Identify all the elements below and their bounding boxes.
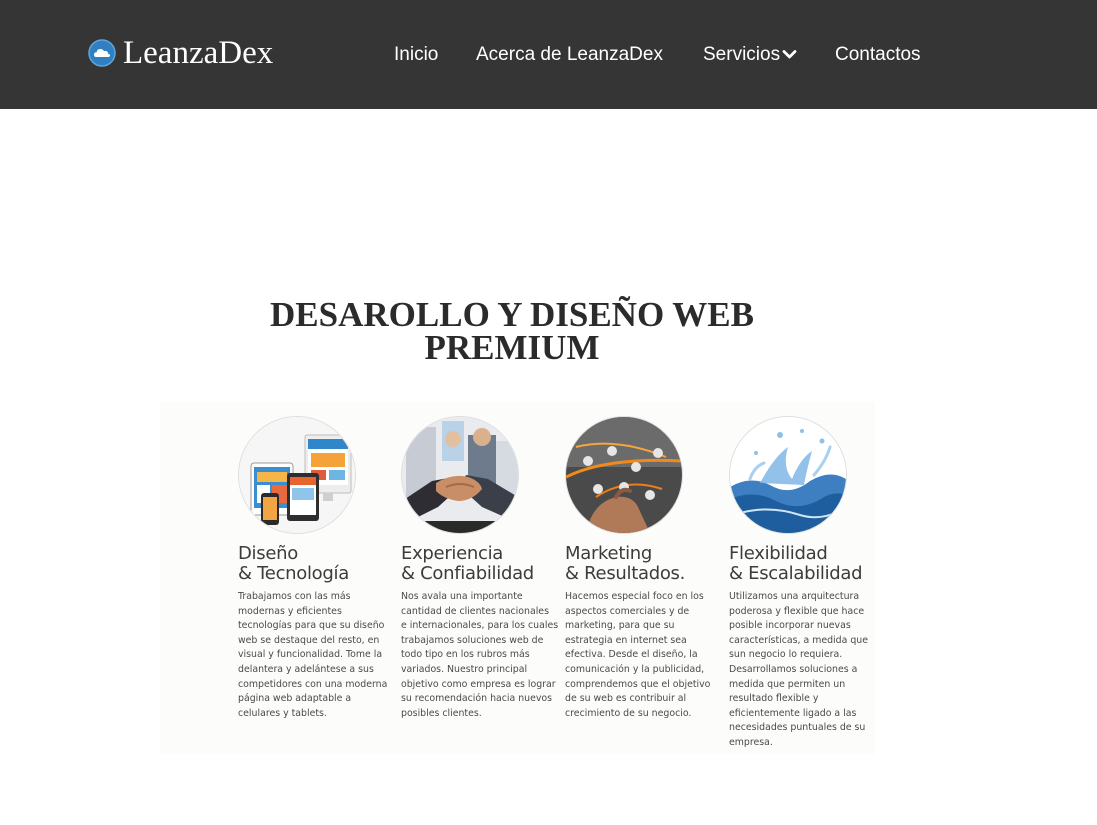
feature-desc-line: eficientemente ligado a las [729, 707, 857, 719]
feature-desc-line: objetivo como empresa es lograr [401, 678, 556, 690]
hero-title-line-1: DESAROLLO Y DISEÑO WEB [270, 295, 754, 334]
feature-desc-line: e internacionales, para los cuales [401, 620, 559, 632]
feature-desc-line: trabajamos soluciones web de [401, 634, 544, 646]
handshake-image [401, 416, 519, 534]
chevron-down-icon [782, 50, 797, 59]
feature-desc-line: aspectos comerciales y de [565, 605, 690, 617]
feature-title: Flexibilidad & Escalabilidad [729, 544, 899, 584]
feature-desc-line: web se destaque del resto, en [238, 634, 380, 646]
feature-desc-line: visual y funcionalidad. Tome la [238, 649, 383, 661]
feature-desc-line: delantera y adelántese a sus [238, 663, 374, 675]
feature-desc-line: competidores con una moderna [238, 678, 388, 690]
feature-title-line-1: Marketing [565, 543, 653, 564]
feature-desc-line: Utilizamos una arquitectura [729, 591, 860, 602]
brand-logo-link[interactable]: LeanzaDex [88, 33, 273, 73]
nav-link-acerca[interactable]: Acerca de LeanzaDex [476, 0, 663, 109]
feature-desc-line: sun negocio lo requiera. [729, 649, 843, 661]
feature-description: Utilizamos una arquitectura poderosa y f… [729, 590, 877, 751]
feature-desc-line: todo tipo en los rubros más [401, 649, 530, 661]
feature-desc-line: su recomendación hacia nuevos [401, 693, 553, 705]
feature-desc-line: empresa. [729, 736, 773, 748]
brand-name: LeanzaDex [123, 35, 274, 71]
network-image [565, 416, 683, 534]
feature-desc-line: posible incorporar nuevas [729, 620, 851, 632]
feature-desc-line: características, a medida que [729, 634, 868, 646]
feature-desc-line: comprendemos que el objetivo [565, 678, 711, 690]
feature-description: Hacemos especial foco en los aspectos co… [565, 590, 713, 721]
feature-desc-line: cantidad de clientes nacionales [401, 605, 549, 617]
nav-dropdown-servicios[interactable]: Servicios [703, 0, 797, 109]
feature-title-line-2: & Escalabilidad [729, 563, 863, 584]
feature-desc-line: variados. Nuestro principal [401, 663, 528, 675]
feature-title-line-1: Experiencia [401, 543, 504, 564]
nav-servicios-label: Servicios [703, 43, 781, 65]
feature-desc-line: Desarrollamos soluciones a [729, 663, 858, 675]
feature-desc-line: de su web es contribuir al [565, 693, 687, 705]
feature-title: Experiencia & Confiabilidad [401, 544, 571, 584]
feature-title-line-2: & Resultados. [565, 563, 686, 584]
feature-desc-line: Nos avala una importante [401, 591, 523, 602]
nav-link-inicio[interactable]: Inicio [394, 0, 438, 109]
feature-title-line-2: & Confiabilidad [401, 563, 534, 584]
nav-link-contactos[interactable]: Contactos [835, 0, 921, 109]
feature-desc-line: posibles clientes. [401, 707, 482, 719]
feature-desc-line: efectiva. Desde el diseño, la [565, 649, 698, 661]
feature-title-line-2: & Tecnología [238, 563, 349, 584]
cloud-icon [88, 39, 116, 67]
feature-desc-line: poderosa y flexible que hace [729, 605, 865, 617]
devices-image [238, 416, 356, 534]
feature-description: Nos avala una importante cantidad de cli… [401, 590, 559, 721]
feature-title: Diseño & Tecnología [238, 544, 408, 584]
feature-title-line-1: Flexibilidad [729, 543, 828, 564]
top-navigation-bar: LeanzaDex Inicio Acerca de LeanzaDex Ser… [0, 0, 1097, 109]
feature-desc-line: comunicación y la publicidad, [565, 663, 705, 675]
water-splash-image [729, 416, 847, 534]
services-image-panel: Diseño & Tecnología Trabajamos con las m… [160, 402, 875, 754]
feature-desc-line: tecnologías para que su diseño [238, 620, 385, 632]
feature-desc-line: Trabajamos con las más [238, 591, 351, 602]
feature-title-line-1: Diseño [238, 543, 298, 564]
feature-desc-line: medida que permiten un [729, 678, 846, 690]
feature-desc-line: estrategia en internet sea [565, 634, 687, 646]
feature-desc-line: Hacemos especial foco en los [565, 591, 704, 602]
feature-desc-line: celulares y tablets. [238, 707, 327, 719]
feature-desc-line: necesidades puntuales de su [729, 722, 866, 734]
feature-description: Trabajamos con las más modernas y eficie… [238, 590, 388, 721]
hero-title-line-2: PREMIUM [424, 328, 600, 367]
feature-title: Marketing & Resultados. [565, 544, 735, 584]
feature-desc-line: marketing, para que su [565, 620, 675, 632]
hero-title: DESAROLLO Y DISEÑO WEB PREMIUM [262, 295, 762, 367]
feature-desc-line: página web adaptable a [238, 693, 352, 705]
feature-desc-line: crecimiento de su negocio. [565, 707, 692, 719]
feature-desc-line: modernas y eficientes [238, 605, 342, 617]
feature-desc-line: resultado flexible y [729, 693, 819, 705]
